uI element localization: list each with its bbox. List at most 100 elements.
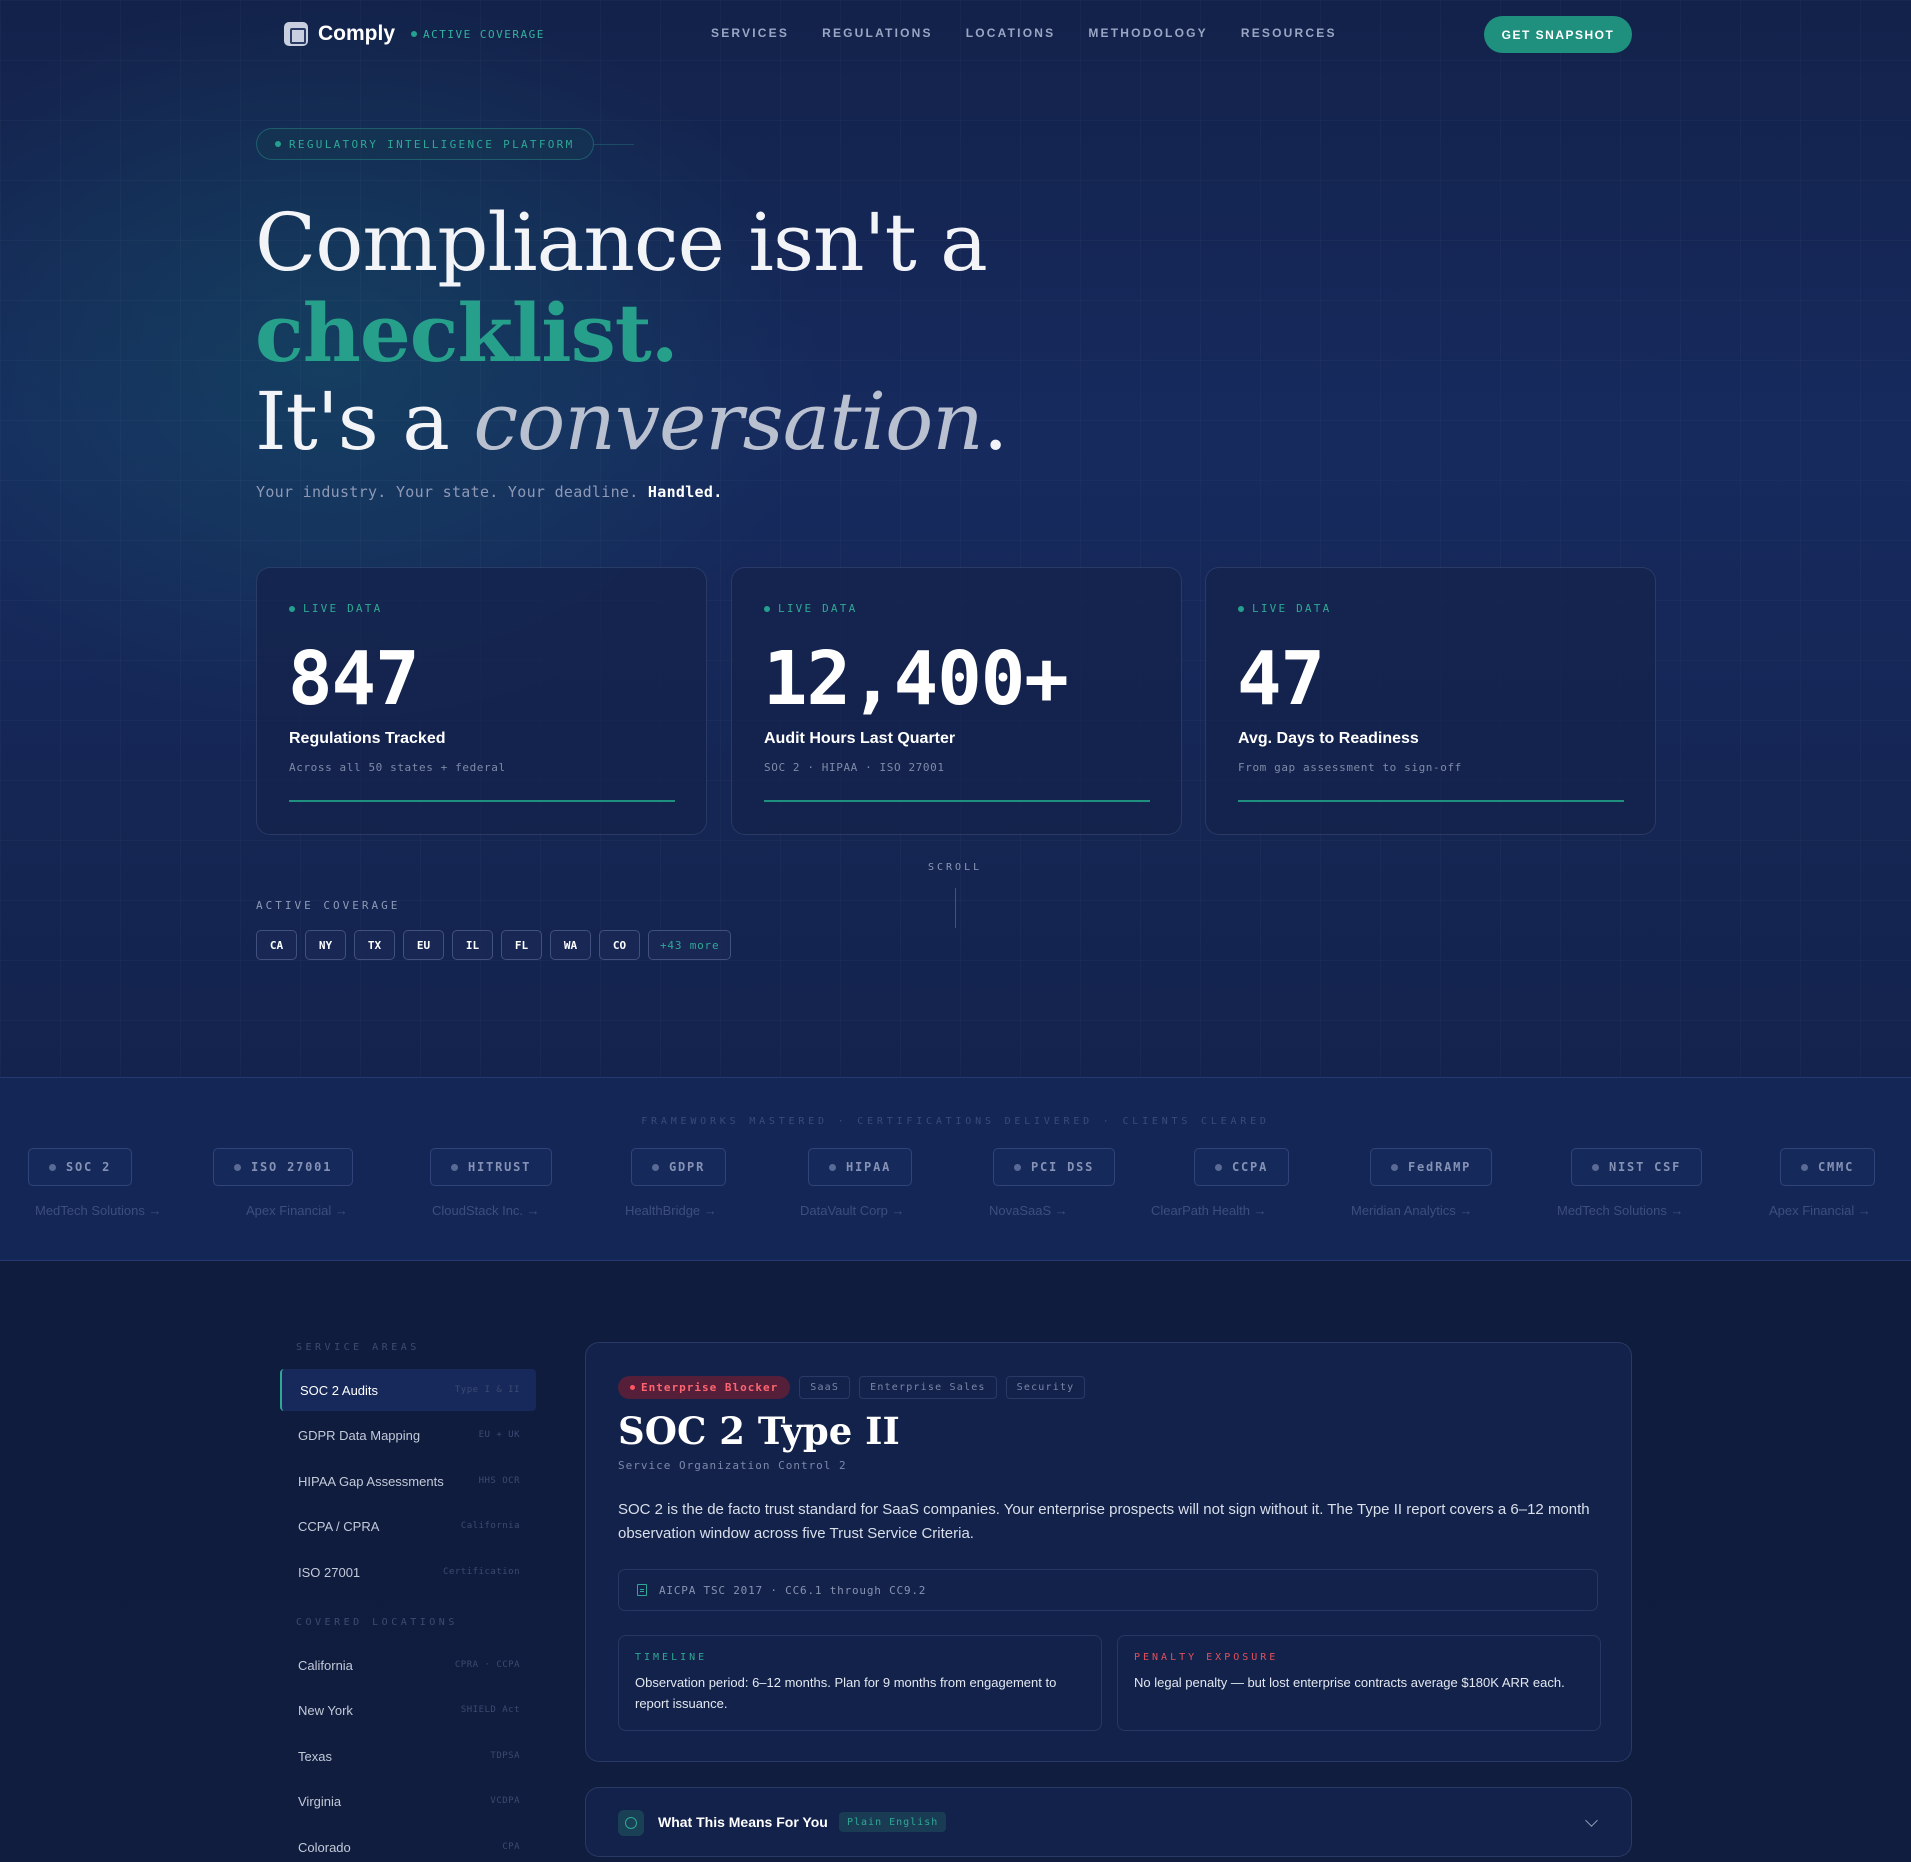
client-link[interactable]: CloudStack Inc. → <box>432 1203 540 1218</box>
scroll-indicator[interactable]: SCROLL <box>928 862 982 873</box>
hero-tagline: Your industry. Your state. Your deadline… <box>256 483 723 501</box>
coverage-indicator: ACTIVE COVERAGE <box>411 28 545 41</box>
framework-dot-icon <box>234 1163 241 1171</box>
client-link[interactable]: Apex Financial → <box>246 1203 348 1218</box>
sidebar-item-tag: Type I & II <box>454 1385 520 1395</box>
sidebar-item-virginia[interactable]: Virginia VCDPA <box>280 1780 536 1822</box>
sidebar-item-california[interactable]: California CPRA · CCPA <box>280 1644 536 1686</box>
what-this-means-accordion[interactable]: What This Means For You Plain English <box>585 1787 1632 1857</box>
client-link[interactable]: MedTech Solutions → <box>1557 1203 1683 1218</box>
live-label: LIVE DATA <box>778 602 858 615</box>
sidebar-item-new-york[interactable]: New York SHIELD Act <box>280 1689 536 1731</box>
get-snapshot-button[interactable]: GET SNAPSHOT <box>1484 16 1632 53</box>
framework-label: GDPR <box>669 1160 706 1174</box>
client-link[interactable]: ClearPath Health → <box>1151 1203 1267 1218</box>
live-label: LIVE DATA <box>1252 602 1332 615</box>
sidebar-item-label: ISO 27001 <box>298 1564 361 1580</box>
scroll-line <box>955 888 956 928</box>
stat-card-regulations: LIVE DATA 847 Regulations Tracked Across… <box>256 567 707 835</box>
coverage-chip-il[interactable]: IL <box>452 930 493 960</box>
headline-emphasis: conversation <box>473 375 983 468</box>
sidebar-item-ccpa[interactable]: CCPA / CPRA California <box>280 1505 536 1547</box>
framework-label: NIST CSF <box>1609 1160 1682 1174</box>
stat-accent-bar <box>289 800 675 802</box>
sidebar-item-label: Colorado <box>298 1839 351 1855</box>
framework-badge: CCPA <box>1194 1148 1290 1186</box>
sidebar-item-label: HIPAA Gap Assessments <box>298 1473 444 1489</box>
timeline-box: TIMELINE Observation period: 6–12 months… <box>618 1635 1102 1731</box>
coverage-chip-eu[interactable]: EU <box>403 930 444 960</box>
framework-dot-icon <box>1014 1163 1021 1171</box>
nav-link-methodology[interactable]: METHODOLOGY <box>1088 26 1208 40</box>
client-link[interactable]: MedTech Solutions → <box>35 1203 161 1218</box>
nav-links: SERVICES REGULATIONS LOCATIONS METHODOLO… <box>711 26 1337 40</box>
sidebar-item-texas[interactable]: Texas TDPSA <box>280 1735 536 1777</box>
framework-label: HITRUST <box>468 1160 532 1174</box>
coverage-chip-co[interactable]: CO <box>599 930 640 960</box>
sidebar-item-tag: EU + UK <box>478 1430 520 1440</box>
headline-line-2: checklist. <box>255 286 679 380</box>
panel-title: SOC 2 Type II <box>618 1409 900 1453</box>
panel-tags: Enterprise Blocker SaaS Enterprise Sales… <box>618 1376 1086 1399</box>
stat-sublabel: From gap assessment to sign-off <box>1238 761 1462 774</box>
service-areas-heading: SERVICE AREAS <box>296 1342 420 1353</box>
sidebar-item-tag: SHIELD Act <box>460 1705 520 1715</box>
stat-label: Avg. Days to Readiness <box>1238 730 1419 747</box>
badge-dot-icon <box>275 141 281 147</box>
sidebar-item-hipaa[interactable]: HIPAA Gap Assessments HHS OCR <box>280 1460 536 1502</box>
client-link[interactable]: DataVault Corp → <box>800 1203 905 1218</box>
coverage-chip-ny[interactable]: NY <box>305 930 346 960</box>
penalty-heading: PENALTY EXPOSURE <box>1134 1652 1279 1663</box>
live-label: LIVE DATA <box>303 602 383 615</box>
nav-link-locations[interactable]: LOCATIONS <box>966 26 1056 40</box>
stat-sublabel: Across all 50 states + federal <box>289 761 506 774</box>
client-link[interactable]: NovaSaaS → <box>989 1203 1068 1218</box>
framework-badge: FedRAMP <box>1370 1148 1493 1186</box>
stat-card-audit-hours: LIVE DATA 12,400+ Audit Hours Last Quart… <box>731 567 1182 835</box>
active-coverage-title: ACTIVE COVERAGE <box>256 899 401 912</box>
stat-value: 47 <box>1237 636 1325 722</box>
framework-dot-icon <box>451 1163 458 1171</box>
coverage-chips: CA NY TX EU IL FL WA CO +43 more <box>256 930 732 960</box>
sidebar-item-tag: TDPSA <box>490 1751 520 1761</box>
sidebar-item-tag: Certification <box>443 1567 520 1577</box>
status-dot-icon <box>411 31 418 37</box>
live-dot-icon <box>764 605 770 612</box>
coverage-more-chip[interactable]: +43 more <box>648 930 732 960</box>
stat-label: Regulations Tracked <box>289 730 446 747</box>
framework-badge: NIST CSF <box>1571 1148 1703 1186</box>
headline-line-3-start: It's a <box>255 375 474 468</box>
coverage-chip-wa[interactable]: WA <box>550 930 591 960</box>
tagline-text: Your industry. Your state. Your deadline… <box>256 483 648 501</box>
coverage-chip-ca[interactable]: CA <box>256 930 297 960</box>
nav-link-regulations[interactable]: REGULATIONS <box>822 26 933 40</box>
sidebar-item-label: SOC 2 Audits <box>300 1382 379 1398</box>
badge-label: REGULATORY INTELLIGENCE PLATFORM <box>289 137 575 151</box>
sidebar-item-tag: CPA <box>502 1842 520 1852</box>
live-indicator: LIVE DATA <box>764 602 857 615</box>
sidebar-item-gdpr[interactable]: GDPR Data Mapping EU + UK <box>280 1414 536 1456</box>
client-link[interactable]: Meridian Analytics → <box>1351 1203 1472 1218</box>
covered-locations-heading: COVERED LOCATIONS <box>296 1617 458 1628</box>
coverage-chip-fl[interactable]: FL <box>501 930 542 960</box>
sidebar-item-tag: CPRA · CCPA <box>454 1660 520 1670</box>
reference-box: AICPA TSC 2017 · CC6.1 through CC9.2 <box>618 1569 1598 1611</box>
coverage-chip-tx[interactable]: TX <box>354 930 395 960</box>
nav-link-services[interactable]: SERVICES <box>711 26 789 40</box>
client-link[interactable]: Apex Financial → <box>1769 1203 1871 1218</box>
penalty-box: PENALTY EXPOSURE No legal penalty — but … <box>1117 1635 1601 1731</box>
service-detail-panel: Enterprise Blocker SaaS Enterprise Sales… <box>585 1342 1632 1762</box>
panel-description: SOC 2 is the de facto trust standard for… <box>618 1501 1590 1542</box>
client-link[interactable]: HealthBridge → <box>625 1203 717 1218</box>
chevron-down-icon[interactable] <box>1585 1814 1598 1827</box>
nav-link-resources[interactable]: RESOURCES <box>1241 26 1337 40</box>
live-dot-icon <box>1238 605 1244 612</box>
sidebar-item-soc2[interactable]: SOC 2 Audits Type I & II <box>280 1369 536 1411</box>
framework-dot-icon <box>1215 1163 1222 1171</box>
timeline-text: Observation period: 6–12 months. Plan fo… <box>635 1675 1057 1711</box>
sidebar-item-tag: California <box>460 1521 520 1531</box>
framework-badge: HIPAA <box>808 1148 913 1186</box>
sidebar-item-iso27001[interactable]: ISO 27001 Certification <box>280 1551 536 1593</box>
brand[interactable]: Comply ACTIVE COVERAGE <box>284 22 545 46</box>
sidebar-item-colorado[interactable]: Colorado CPA <box>280 1826 536 1862</box>
